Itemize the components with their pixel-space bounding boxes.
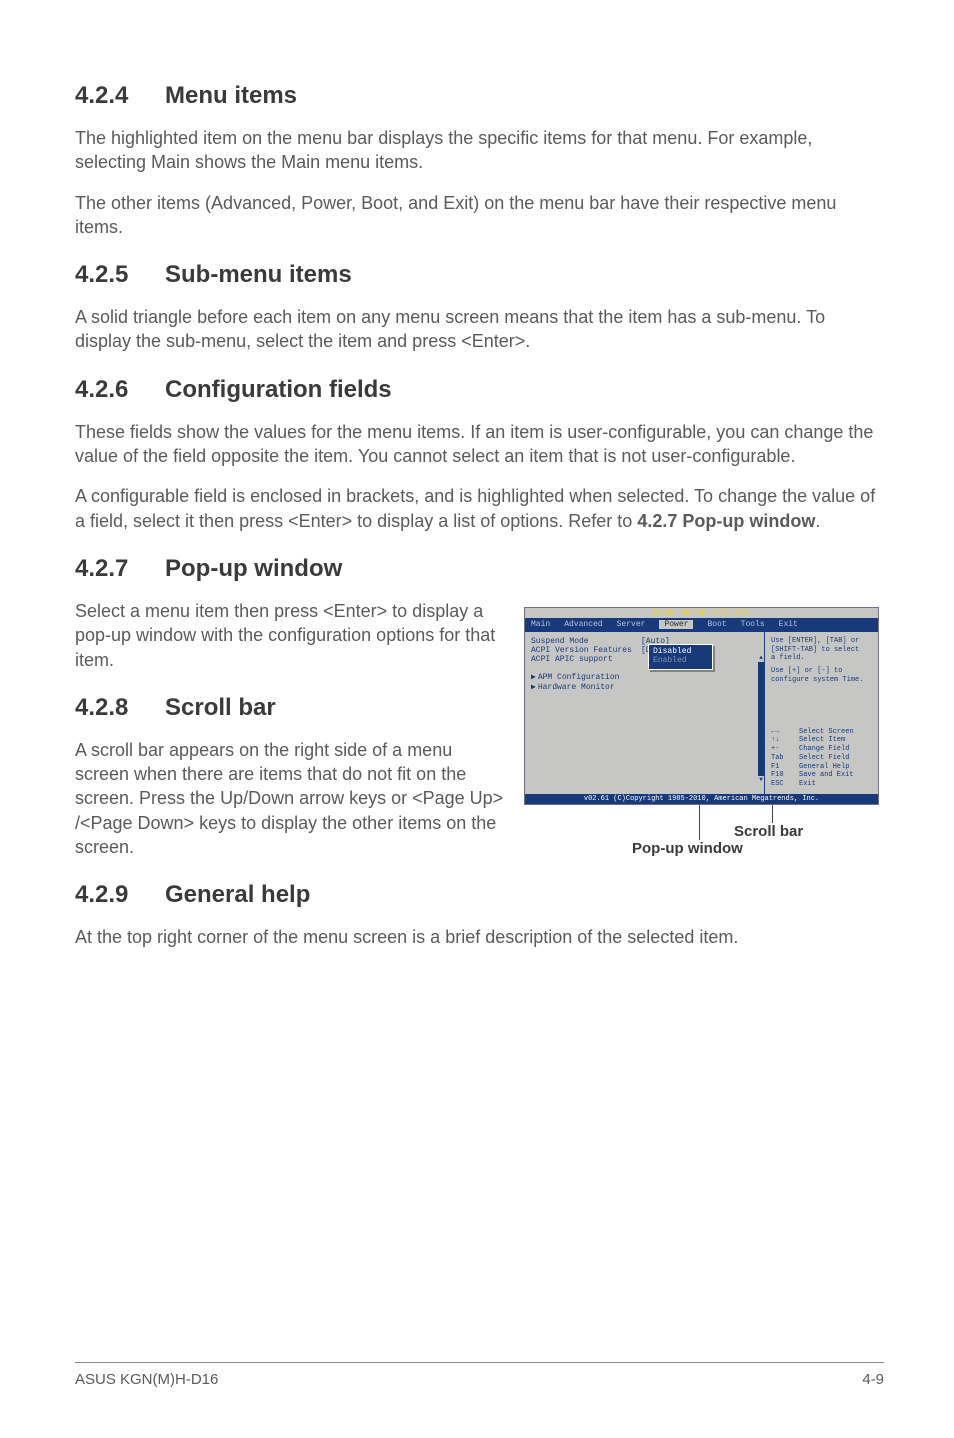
help-line: configure system Time.: [771, 676, 872, 685]
legend-key: +-: [771, 745, 799, 754]
legend-key: F1: [771, 763, 799, 772]
arrow-up-icon: ▲: [758, 654, 764, 662]
bios-item-key: ACPI APIC support: [531, 655, 641, 664]
bios-help: Use [ENTER], [TAB] or [SHIFT-TAB] to sel…: [771, 637, 872, 685]
heading-427: 4.2.7Pop-up window: [75, 555, 884, 583]
bios-menubar: Main Advanced Server Power Boot Tools Ex…: [525, 618, 878, 631]
bios-item-key: Suspend Mode: [531, 637, 641, 646]
para: A scroll bar appears on the right side o…: [75, 738, 504, 859]
callout-popup: Pop-up window: [632, 840, 743, 857]
para: Select a menu item then press <Enter> to…: [75, 599, 504, 672]
popup-option: Enabled: [653, 656, 708, 665]
para: At the top right corner of the menu scre…: [75, 925, 884, 949]
page-footer: ASUS KGN(M)H-D16 4-9: [75, 1362, 884, 1388]
help-line: [SHIFT-TAB] to select: [771, 646, 872, 655]
legend-key: ESC: [771, 780, 799, 789]
bios-tab-active: Power: [659, 620, 693, 629]
para: The highlighted item on the menu bar dis…: [75, 126, 884, 175]
bios-tab: Advanced: [564, 620, 602, 629]
bios-tab: Main: [531, 620, 550, 629]
arrow-down-icon: ▼: [758, 776, 764, 784]
heading-num: 4.2.6: [75, 376, 165, 404]
para: These fields show the values for the men…: [75, 420, 884, 469]
heading-num: 4.2.8: [75, 694, 165, 722]
triangle-icon: ▶: [531, 682, 536, 692]
bios-scrollbar: ▲ ▼: [758, 654, 764, 784]
bios-legend: ←→Select Screen ↑↓Select Item +-Change F…: [771, 728, 872, 789]
heading-425: 4.2.5Sub-menu items: [75, 261, 884, 289]
bios-right-pane: Use [ENTER], [TAB] or [SHIFT-TAB] to sel…: [765, 631, 878, 794]
bios-submenu: APM Configuration: [538, 673, 620, 682]
footer-left: ASUS KGN(M)H-D16: [75, 1371, 218, 1388]
heading-title: Configuration fields: [165, 376, 392, 403]
legend-val: Select Field: [799, 754, 849, 762]
text: .: [815, 511, 820, 531]
heading-title: Menu items: [165, 82, 297, 109]
legend-val: General Help: [799, 763, 849, 771]
bios-tab: Server: [617, 620, 646, 629]
heading-429: 4.2.9General help: [75, 881, 884, 909]
legend-val: Exit: [799, 780, 816, 788]
legend-val: Save and Exit: [799, 771, 854, 779]
legend-key: ←→: [771, 728, 799, 737]
bios-popup: Disabled Enabled: [648, 644, 713, 670]
legend-key: Tab: [771, 754, 799, 763]
heading-424: 4.2.4Menu items: [75, 82, 884, 110]
legend-key: ↑↓: [771, 736, 799, 745]
help-line: a field.: [771, 654, 872, 663]
heading-title: Scroll bar: [165, 694, 276, 721]
legend-key: F10: [771, 771, 799, 780]
bios-submenu: Hardware Monitor: [538, 683, 615, 692]
bios-title: BIOS SETUP UTILITY: [525, 609, 878, 618]
bios-left-pane: Suspend Mode[Auto] ACPI Version Features…: [525, 631, 765, 794]
heading-title: General help: [165, 881, 310, 908]
para: The other items (Advanced, Power, Boot, …: [75, 191, 884, 240]
para: A solid triangle before each item on any…: [75, 305, 884, 354]
bios-figure: BIOS SETUP UTILITY Main Advanced Server …: [524, 607, 879, 805]
bios-footer: v02.61 (C)Copyright 1985-2010, American …: [525, 794, 878, 804]
para: A configurable field is enclosed in brac…: [75, 484, 884, 533]
bios-tab: Boot: [707, 620, 726, 629]
legend-val: Select Item: [799, 736, 845, 744]
callout-line: [699, 805, 700, 840]
triangle-icon: ▶: [531, 672, 536, 682]
heading-title: Pop-up window: [165, 555, 342, 582]
legend-val: Change Field: [799, 745, 849, 753]
bios-item-key: ACPI Version Features: [531, 646, 641, 655]
heading-428: 4.2.8Scroll bar: [75, 694, 504, 722]
legend-val: Select Screen: [799, 728, 854, 736]
callout-line: [772, 805, 773, 823]
heading-title: Sub-menu items: [165, 261, 352, 288]
popup-option-selected: Disabled: [653, 647, 708, 656]
help-line: Use [ENTER], [TAB] or: [771, 637, 872, 646]
footer-right: 4-9: [862, 1371, 884, 1388]
ref-popup: 4.2.7 Pop-up window: [637, 511, 815, 531]
heading-426: 4.2.6Configuration fields: [75, 376, 884, 404]
heading-num: 4.2.4: [75, 82, 165, 110]
bios-screen: BIOS SETUP UTILITY Main Advanced Server …: [524, 607, 879, 805]
help-line: Use [+] or [-] to: [771, 667, 872, 676]
heading-num: 4.2.5: [75, 261, 165, 289]
heading-num: 4.2.7: [75, 555, 165, 583]
heading-num: 4.2.9: [75, 881, 165, 909]
callout-scrollbar: Scroll bar: [734, 823, 803, 840]
bios-tab: Tools: [741, 620, 765, 629]
bios-tab: Exit: [779, 620, 798, 629]
